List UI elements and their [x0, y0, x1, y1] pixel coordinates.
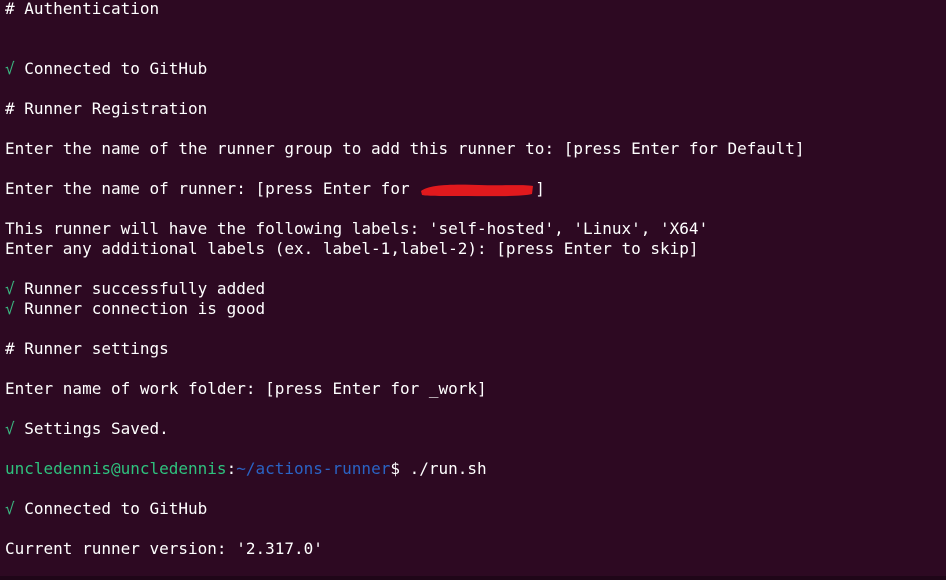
redaction-mark: [419, 183, 535, 197]
shell-prompt-line: uncledennis@uncledennis:~/actions-runner…: [5, 460, 946, 480]
checkmark-icon: √: [5, 279, 15, 298]
prompt-path: ~/actions-runner: [236, 459, 391, 478]
output-runner-version: Current runner version: '2.317.0': [5, 539, 323, 558]
redaction-scribble-icon: [421, 184, 534, 196]
output-runner-connection: √ Runner connection is good: [5, 300, 946, 320]
checkmark-icon: √: [5, 499, 15, 518]
output-text: Connected to GitHub: [14, 59, 208, 78]
output-text: Enter the name of runner: [press Enter f…: [5, 179, 420, 198]
heading-authentication: # Authentication: [5, 0, 160, 18]
heading-runner-registration: # Runner Registration: [5, 99, 208, 118]
prompt-runner-group: Enter the name of the runner group to ad…: [5, 139, 805, 158]
prompt-work-folder: Enter name of work folder: [press Enter …: [5, 379, 487, 398]
prompt-additional-labels: Enter any additional labels (ex. label-1…: [5, 239, 699, 258]
terminal-window[interactable]: # Authentication √ Connected to GitHub #…: [0, 0, 946, 580]
heading-runner-settings: # Runner settings: [5, 339, 169, 358]
checkmark-icon: √: [5, 299, 15, 318]
output-labels: This runner will have the following labe…: [5, 219, 709, 238]
output-connected-github-2: √ Connected to GitHub: [5, 500, 946, 520]
prompt-user-host: uncledennis@uncledennis: [5, 459, 227, 478]
prompt-colon: :: [226, 459, 237, 478]
output-settings-saved: √ Settings Saved.: [5, 420, 946, 440]
output-text: Settings Saved.: [14, 419, 169, 438]
output-text: Runner connection is good: [14, 299, 266, 318]
checkmark-icon: √: [5, 419, 15, 438]
output-runner-added: √ Runner successfully added: [5, 280, 946, 300]
output-connected-github: √ Connected to GitHub: [5, 60, 946, 80]
terminal-bottom-edge: [0, 576, 946, 580]
checkmark-icon: √: [5, 59, 15, 78]
prompt-runner-name: Enter the name of runner: [press Enter f…: [5, 180, 946, 200]
output-text: ]: [535, 179, 545, 198]
shell-command: $ ./run.sh: [390, 459, 487, 478]
output-text: Runner successfully added: [14, 279, 266, 298]
output-text: Connected to GitHub: [14, 499, 208, 518]
